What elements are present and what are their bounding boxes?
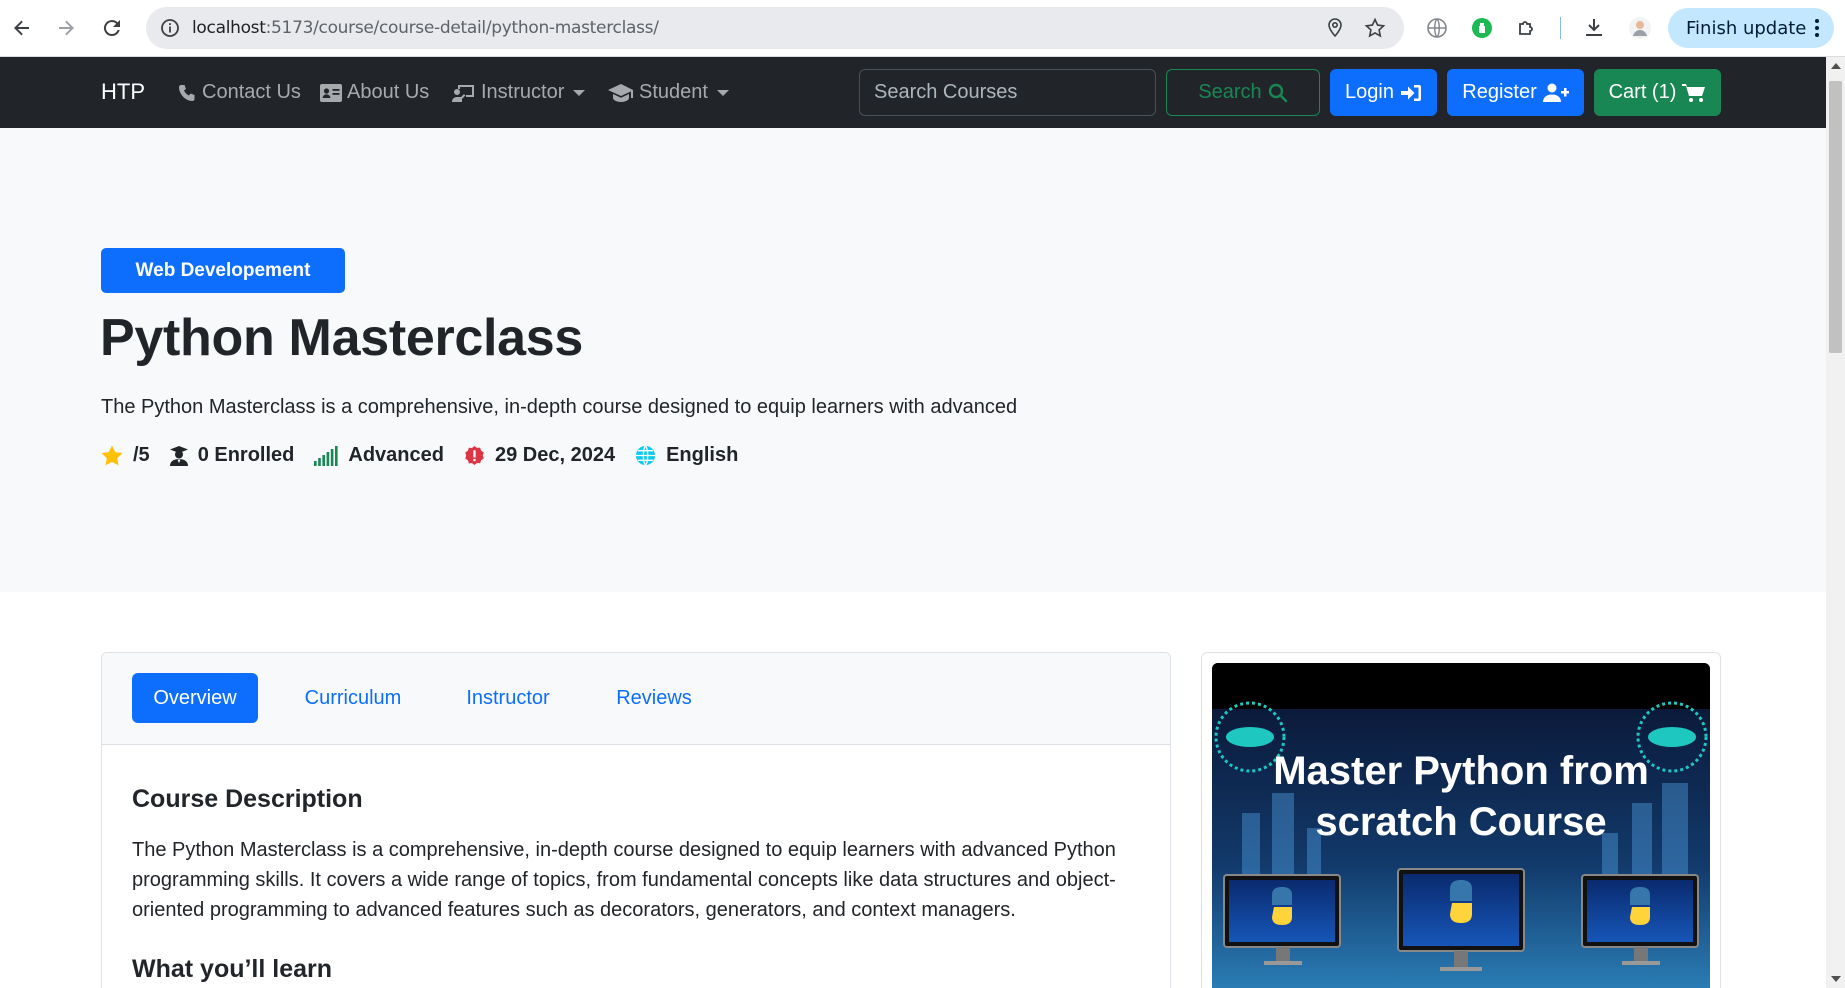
search-button-label: Search [1198, 81, 1262, 103]
nav-student-dropdown[interactable]: Student [608, 81, 729, 104]
url-text: localhost:5173/course/course-detail/pyth… [192, 18, 659, 38]
nav-instructor-dropdown[interactable]: Instructor [452, 81, 586, 104]
nav-about-us-label: About Us [347, 81, 430, 103]
category-badge[interactable]: Web Developement [101, 248, 345, 293]
extension-green-icon[interactable] [1470, 16, 1494, 40]
forward-icon[interactable] [52, 14, 80, 42]
cart-button-label: Cart (1) [1608, 81, 1677, 103]
cart-button[interactable]: Cart (1) [1594, 69, 1721, 116]
exclamation-alert-icon [465, 445, 484, 466]
graduation-cap-icon [608, 83, 633, 102]
search-courses-input[interactable] [859, 69, 1156, 116]
meta-rating: /5 [101, 444, 150, 467]
chalkboard-teacher-icon [452, 84, 474, 102]
back-icon[interactable] [8, 14, 36, 42]
download-icon[interactable] [1582, 16, 1606, 40]
address-bar[interactable]: localhost:5173/course/course-detail/pyth… [146, 7, 1404, 49]
tab-reviews[interactable]: Reviews [599, 673, 709, 723]
course-meta: /5 0 Enrolled Advanced 29 Dec, 2024 Engl… [101, 444, 758, 467]
register-button[interactable]: Register [1447, 69, 1584, 116]
register-button-label: Register [1462, 81, 1537, 103]
address-card-icon [320, 83, 342, 102]
what-you-learn-heading: What you’ll learn [132, 955, 333, 983]
url-host: localhost [192, 18, 266, 38]
nav-student-label: Student [639, 81, 708, 103]
main-navbar: HTP Contact Us About Us Instructor Stude… [0, 57, 1826, 128]
language-text: English [666, 444, 739, 466]
globe-icon [636, 445, 656, 466]
tab-curriculum[interactable]: Curriculum [288, 673, 418, 723]
chevron-down-icon [573, 89, 586, 96]
login-button[interactable]: Login [1330, 69, 1437, 116]
nav-contact-us[interactable]: Contact Us [177, 81, 301, 104]
login-button-label: Login [1345, 81, 1394, 103]
profile-avatar-icon[interactable] [1628, 16, 1652, 40]
phone-icon [179, 84, 195, 101]
user-plus-icon [1542, 83, 1569, 102]
chevron-down-icon [716, 89, 729, 96]
translate-globe-icon[interactable] [1425, 16, 1449, 40]
scroll-up-arrow-icon[interactable] [1831, 63, 1841, 69]
brand-logo[interactable]: HTP [101, 79, 145, 105]
location-icon[interactable] [1324, 17, 1346, 39]
more-vert-icon [1815, 19, 1819, 37]
bookmark-star-icon[interactable] [1364, 17, 1386, 39]
tabs-header: Overview Curriculum Instructor Reviews [102, 653, 1170, 745]
signal-level-icon [314, 445, 338, 466]
user-graduate-icon [169, 445, 188, 466]
sign-in-icon [1400, 84, 1421, 101]
course-title: Python Masterclass [100, 309, 584, 367]
tab-overview[interactable]: Overview [132, 673, 258, 723]
url-path: :5173/course/course-detail/python-master… [265, 18, 659, 38]
course-preview-card: Master Python from scratch Course [1201, 652, 1721, 988]
nav-about-us[interactable]: About Us [320, 81, 429, 104]
search-button[interactable]: Search [1166, 69, 1320, 116]
shopping-cart-icon [1682, 83, 1706, 102]
star-icon [101, 445, 123, 466]
nav-contact-us-label: Contact Us [202, 81, 301, 103]
thumbnail-title-line2: scratch Course [1315, 800, 1606, 844]
browser-toolbar: localhost:5173/course/course-detail/pyth… [0, 0, 1845, 57]
meta-date: 29 Dec, 2024 [464, 444, 615, 467]
scroll-down-arrow-icon[interactable] [1831, 976, 1841, 982]
nav-instructor-label: Instructor [481, 81, 565, 103]
date-text: 29 Dec, 2024 [494, 444, 616, 466]
search-icon [1268, 83, 1287, 102]
course-hero: Web Developement Python Masterclass The … [0, 128, 1826, 592]
scrollbar-thumb[interactable] [1829, 81, 1842, 353]
toolbar-divider [1560, 17, 1561, 39]
course-thumbnail[interactable]: Master Python from scratch Course [1212, 663, 1710, 988]
level-text: Advanced [348, 444, 444, 466]
extensions-puzzle-icon[interactable] [1515, 16, 1539, 40]
enrolled-text: 0 Enrolled [197, 444, 295, 466]
meta-enrolled: 0 Enrolled [169, 444, 295, 467]
rating-text: /5 [133, 444, 150, 466]
page-scrollbar[interactable] [1826, 57, 1845, 988]
course-thumbnail-image: Master Python from scratch Course [1212, 663, 1710, 988]
finish-update-button[interactable]: Finish update [1668, 8, 1834, 48]
course-tabs-card: Overview Curriculum Instructor Reviews C… [101, 652, 1171, 988]
thumbnail-title-line1: Master Python from [1273, 749, 1649, 793]
meta-level: Advanced [314, 444, 444, 467]
course-short-description: The Python Masterclass is a comprehensiv… [101, 396, 1018, 418]
finish-update-label: Finish update [1686, 17, 1807, 39]
course-description-heading: Course Description [132, 785, 363, 813]
tab-instructor[interactable]: Instructor [448, 673, 568, 723]
meta-language: English [635, 444, 738, 467]
reload-icon[interactable] [98, 14, 126, 42]
site-info-icon[interactable] [160, 18, 180, 38]
course-description-text: The Python Masterclass is a comprehensiv… [132, 839, 1116, 921]
